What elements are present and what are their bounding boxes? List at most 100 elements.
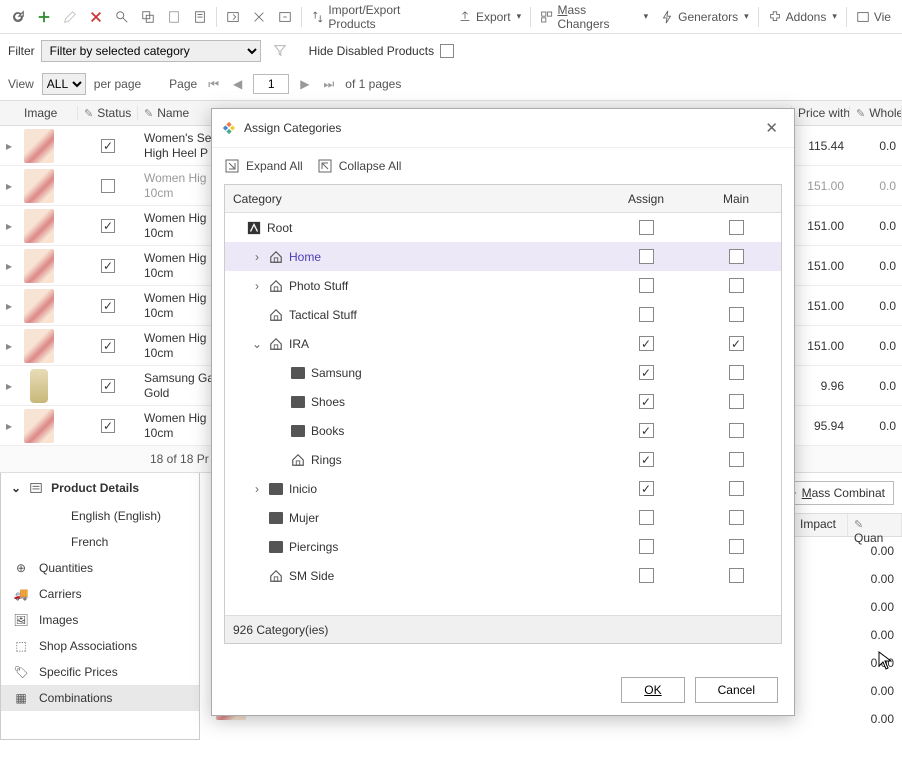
row-expander[interactable]: ▸	[6, 259, 12, 273]
sidebar-item[interactable]: 🖼Images	[1, 607, 199, 633]
main-checkbox[interactable]	[729, 220, 744, 235]
action3-icon[interactable]	[273, 7, 297, 27]
col-category[interactable]: Category	[225, 192, 601, 206]
action1-icon[interactable]	[221, 7, 245, 27]
assign-checkbox[interactable]	[639, 394, 654, 409]
tree-row[interactable]: Shoes	[225, 387, 781, 416]
main-checkbox[interactable]	[729, 307, 744, 322]
main-checkbox[interactable]	[729, 249, 744, 264]
status-checkbox[interactable]: ✓	[101, 299, 115, 313]
row-expander[interactable]: ▸	[6, 379, 12, 393]
sidebar-item[interactable]: French	[1, 529, 199, 555]
tree-row[interactable]: Tactical Stuff	[225, 300, 781, 329]
status-checkbox[interactable]: ✓	[101, 139, 115, 153]
refresh-icon[interactable]	[6, 7, 30, 27]
import-export-button[interactable]: Import/Export Products	[306, 0, 451, 34]
dialog-close-button[interactable]: ✕	[759, 117, 784, 139]
doc-icon[interactable]	[162, 7, 186, 27]
impact-row[interactable]: 0.00	[794, 593, 902, 621]
assign-checkbox[interactable]	[639, 278, 654, 293]
col-name[interactable]: Name	[157, 106, 189, 120]
assign-checkbox[interactable]	[639, 220, 654, 235]
filter-category-select[interactable]: Filter by selected category	[41, 40, 261, 62]
row-expander[interactable]: ▸	[6, 299, 12, 313]
tree-row[interactable]: ›Home	[225, 242, 781, 271]
assign-checkbox[interactable]	[639, 336, 654, 351]
tree-row[interactable]: Samsung	[225, 358, 781, 387]
sidebar-item[interactable]: ⬚Shop Associations	[1, 633, 199, 659]
assign-checkbox[interactable]	[639, 452, 654, 467]
cancel-button[interactable]: Cancel	[695, 677, 778, 703]
impact-row[interactable]: 0.00	[794, 621, 902, 649]
col-main[interactable]: Main	[691, 192, 781, 206]
addons-button[interactable]: Addons▾	[763, 7, 842, 27]
row-expander[interactable]: ▸	[6, 419, 12, 433]
tree-row[interactable]: SM Side	[225, 561, 781, 590]
impact-row[interactable]: 0.00	[794, 677, 902, 705]
tree-row[interactable]: ›Inicio	[225, 474, 781, 503]
prev-page-button[interactable]: ◀	[230, 77, 245, 91]
edit-icon[interactable]	[58, 7, 82, 27]
delete-icon[interactable]	[84, 7, 108, 27]
col-assign[interactable]: Assign	[601, 192, 691, 206]
main-checkbox[interactable]	[729, 452, 744, 467]
product-details-header[interactable]: ⌄ Product Details	[1, 473, 199, 503]
assign-checkbox[interactable]	[639, 539, 654, 554]
col-status[interactable]: Status	[97, 106, 131, 120]
main-checkbox[interactable]	[729, 539, 744, 554]
col-impact[interactable]: Impact	[794, 514, 848, 536]
impact-row[interactable]: 0.00	[794, 705, 902, 733]
tree-row[interactable]: ›Photo Stuff	[225, 271, 781, 300]
export-button[interactable]: Export▾	[453, 7, 526, 27]
sidebar-item[interactable]: ⊕Quantities	[1, 555, 199, 581]
main-checkbox[interactable]	[729, 278, 744, 293]
collapse-all-button[interactable]: Collapse All	[317, 158, 402, 174]
status-checkbox[interactable]: ✓	[101, 219, 115, 233]
row-expander[interactable]: ▸	[6, 179, 12, 193]
hide-disabled-checkbox[interactable]	[440, 44, 454, 58]
impact-row[interactable]: 0.00	[794, 649, 902, 677]
first-page-button[interactable]: ⏮	[205, 77, 222, 92]
col-image[interactable]: Image	[24, 106, 57, 120]
action2-icon[interactable]	[247, 7, 271, 27]
doc2-icon[interactable]	[188, 7, 212, 27]
assign-checkbox[interactable]	[639, 568, 654, 583]
sidebar-item[interactable]: ▦Combinations	[1, 685, 199, 711]
filter-funnel-icon[interactable]	[273, 43, 287, 60]
main-checkbox[interactable]	[729, 394, 744, 409]
status-checkbox[interactable]: ✓	[101, 419, 115, 433]
main-checkbox[interactable]	[729, 568, 744, 583]
assign-checkbox[interactable]	[639, 249, 654, 264]
chevron-right-icon[interactable]: ›	[251, 482, 263, 496]
main-checkbox[interactable]	[729, 365, 744, 380]
page-number-input[interactable]	[253, 74, 289, 94]
next-page-button[interactable]: ▶	[297, 77, 312, 91]
search-icon[interactable]	[110, 7, 134, 27]
generators-button[interactable]: Generators▾	[655, 7, 754, 27]
col-wholesale[interactable]: Wholesa	[869, 106, 902, 120]
view-menu-button[interactable]: Vie	[851, 7, 896, 27]
assign-checkbox[interactable]	[639, 307, 654, 322]
main-checkbox[interactable]	[729, 336, 744, 351]
main-checkbox[interactable]	[729, 481, 744, 496]
sidebar-item[interactable]: 🏷Specific Prices	[1, 659, 199, 685]
chevron-right-icon[interactable]: ›	[251, 279, 263, 293]
main-checkbox[interactable]	[729, 510, 744, 525]
tree-row[interactable]: ⌄IRA	[225, 329, 781, 358]
main-checkbox[interactable]	[729, 423, 744, 438]
ok-button[interactable]: OK	[621, 677, 684, 703]
row-expander[interactable]: ▸	[6, 219, 12, 233]
assign-checkbox[interactable]	[639, 481, 654, 496]
tree-row[interactable]: Root	[225, 213, 781, 242]
status-checkbox[interactable]: ✓	[101, 259, 115, 273]
chevron-down-icon[interactable]: ⌄	[251, 337, 263, 351]
tree-row[interactable]: Piercings	[225, 532, 781, 561]
sidebar-item[interactable]: English (English)	[1, 503, 199, 529]
copy-icon[interactable]	[136, 7, 160, 27]
tree-row[interactable]: Rings	[225, 445, 781, 474]
impact-row[interactable]: 0.00	[794, 537, 902, 565]
impact-row[interactable]: 0.00	[794, 565, 902, 593]
col-price-with[interactable]: Price with	[798, 106, 850, 120]
expand-all-button[interactable]: Expand All	[224, 158, 303, 174]
row-expander[interactable]: ▸	[6, 139, 12, 153]
